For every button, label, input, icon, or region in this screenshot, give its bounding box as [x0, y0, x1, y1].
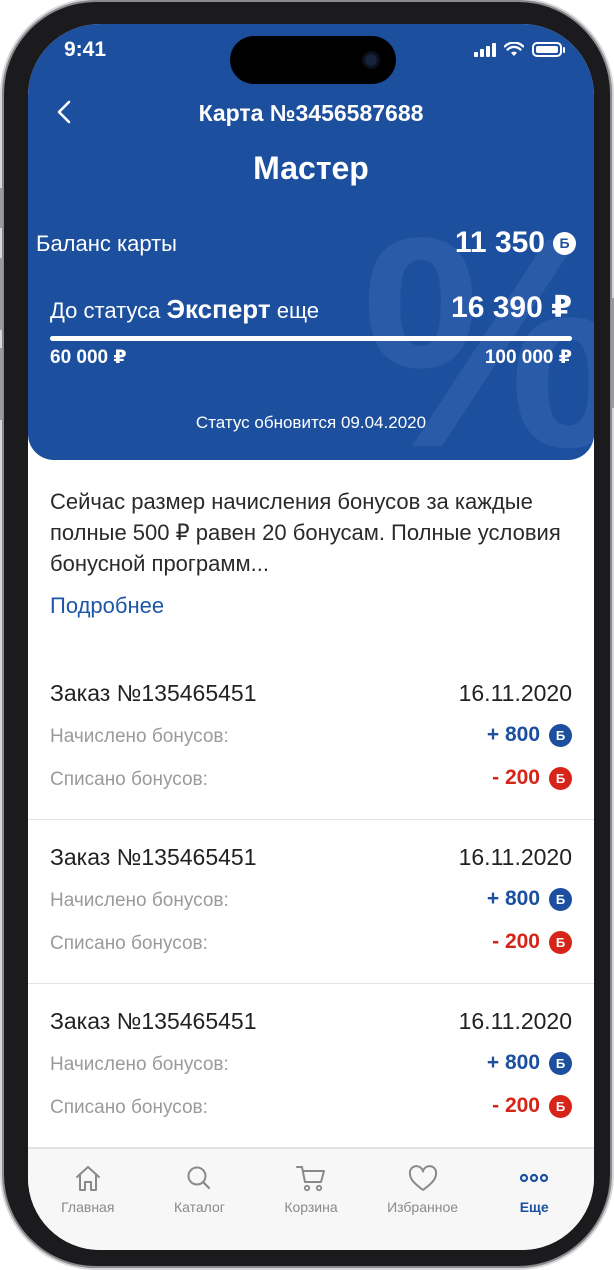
balance-label: Баланс карты — [36, 231, 177, 256]
card-header: % 9:41 — [28, 24, 594, 460]
accrued-label: Начислено бонусов: — [50, 890, 229, 911]
bonus-icon: Б — [549, 1051, 572, 1075]
to-status-amount: 16 390 ₽ — [451, 291, 572, 324]
camera-icon — [362, 51, 380, 69]
cart-icon — [295, 1166, 325, 1192]
accrued-amount: + 800 — [486, 723, 540, 746]
range-from: 60 000 ₽ — [50, 347, 127, 368]
accrued-label: Начислено бонусов: — [50, 726, 229, 747]
range-to: 100 000 ₽ — [484, 347, 572, 368]
bonus-icon: Б — [553, 231, 576, 255]
order-number: Заказ №135465451 — [50, 844, 257, 870]
heart-icon — [408, 1165, 437, 1191]
to-status-suffix: еще — [276, 298, 320, 323]
balance-value: 11 350 Б — [455, 226, 576, 260]
debited-value: - 200 Б — [492, 766, 572, 790]
cellular-signal-icon — [474, 42, 496, 57]
silent-switch — [0, 188, 3, 228]
more-icon — [520, 1173, 549, 1183]
accrued-amount: + 800 — [486, 887, 540, 910]
tab-label: Избранное — [387, 1199, 459, 1215]
dynamic-island — [230, 36, 396, 84]
order-date: 16.11.2020 — [458, 1008, 572, 1034]
next-status-name: Эксперт — [166, 294, 271, 324]
order-item[interactable]: Заказ №135465451 16.11.2020 Начислено бо… — [28, 656, 594, 820]
tab-label: Главная — [61, 1199, 115, 1215]
tab-label: Корзина — [284, 1199, 338, 1215]
home-icon — [75, 1166, 100, 1191]
bonus-icon: Б — [549, 766, 572, 790]
balance-amount: 11 350 — [454, 226, 545, 259]
phone-frame: % 9:41 — [0, 2, 614, 1266]
order-date: 16.11.2020 — [458, 844, 572, 870]
order-item[interactable]: Заказ №135465451 16.11.2020 Начислено бо… — [28, 984, 594, 1148]
debited-label: Списано бонусов: — [50, 933, 208, 954]
order-date: 16.11.2020 — [458, 680, 572, 706]
screen: % 9:41 — [28, 24, 594, 1250]
search-icon — [187, 1166, 211, 1190]
current-level: Мастер — [253, 150, 369, 186]
tab-catalog[interactable]: Каталог — [144, 1149, 256, 1250]
debited-amount: - 200 — [492, 766, 540, 789]
bonus-info-text: Сейчас размер начисления бонусов за кажд… — [50, 489, 561, 576]
debited-value: - 200 Б — [492, 1094, 572, 1118]
battery-icon — [532, 42, 565, 57]
volume-up-button — [0, 258, 3, 330]
wifi-icon — [504, 42, 524, 56]
tab-bar: Главная Каталог Корзина Избранное Еще — [28, 1148, 594, 1250]
accrued-value: + 800 Б — [487, 723, 572, 747]
status-progress-fill — [50, 336, 572, 341]
order-number: Заказ №135465451 — [50, 680, 257, 706]
status-icons — [474, 42, 565, 57]
debited-amount: - 200 — [492, 1094, 540, 1117]
bonus-icon: Б — [549, 723, 572, 747]
more-link[interactable]: Подробнее — [50, 593, 164, 619]
to-status-text: До статуса Эксперт еще — [50, 294, 319, 325]
order-item[interactable]: Заказ №135465451 16.11.2020 Начислено бо… — [28, 820, 594, 984]
debited-amount: - 200 — [492, 930, 540, 953]
status-update-text: Статус обновится 09.04.2020 — [195, 413, 427, 432]
status-bar: 9:41 — [28, 24, 594, 84]
bonus-icon: Б — [549, 887, 572, 911]
tab-label: Каталог — [173, 1199, 225, 1215]
status-time: 9:41 — [64, 38, 107, 61]
accrued-value: + 800 Б — [487, 1051, 572, 1075]
card-title: Карта №3456587688 — [198, 100, 424, 126]
to-status-prefix: До статуса — [50, 298, 161, 323]
tab-label: Еще — [519, 1199, 549, 1215]
order-number: Заказ №135465451 — [50, 1008, 257, 1034]
bonus-icon: Б — [549, 930, 572, 954]
tab-more[interactable]: Еще — [478, 1149, 590, 1250]
volume-down-button — [0, 348, 3, 420]
debited-label: Списано бонусов: — [50, 1097, 208, 1118]
status-progress-bar — [50, 336, 572, 341]
debited-label: Списано бонусов: — [50, 769, 208, 790]
tab-cart[interactable]: Корзина — [255, 1149, 367, 1250]
orders-list: Заказ №135465451 16.11.2020 Начислено бо… — [28, 656, 594, 1148]
accrued-amount: + 800 — [486, 1051, 540, 1074]
accrued-value: + 800 Б — [487, 887, 572, 911]
debited-value: - 200 Б — [492, 930, 572, 954]
tab-home[interactable]: Главная — [32, 1149, 144, 1250]
bonus-icon: Б — [549, 1094, 572, 1118]
accrued-label: Начислено бонусов: — [50, 1054, 229, 1075]
tab-favorites[interactable]: Избранное — [367, 1149, 479, 1250]
